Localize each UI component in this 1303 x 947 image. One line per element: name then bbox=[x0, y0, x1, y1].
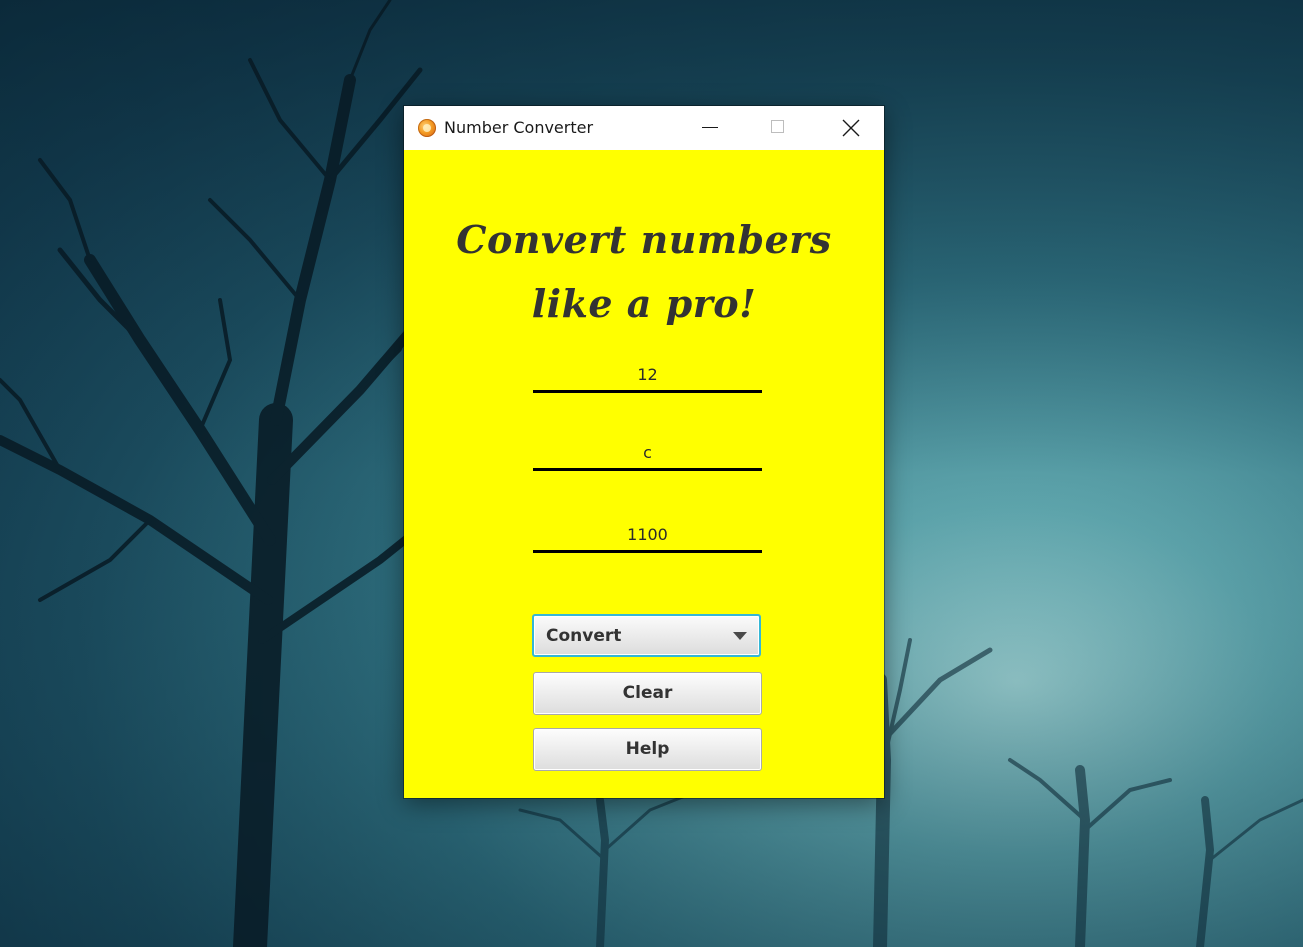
headline: Convert numbers like a pro! bbox=[404, 208, 884, 336]
headline-line-1: Convert numbers bbox=[456, 217, 832, 262]
window-title: Number Converter bbox=[444, 118, 594, 137]
minimize-icon bbox=[702, 127, 718, 128]
title-bar[interactable]: Number Converter bbox=[404, 106, 884, 150]
minimize-button[interactable] bbox=[676, 106, 744, 150]
close-icon bbox=[842, 119, 860, 137]
main-content: Convert numbers like a pro! Convert Clea… bbox=[404, 150, 884, 798]
convert-combobox-value: Convert bbox=[546, 626, 622, 646]
app-window: Number Converter Convert numbers like a … bbox=[404, 106, 884, 798]
help-button[interactable]: Help bbox=[533, 728, 762, 771]
maximize-button[interactable] bbox=[744, 106, 812, 150]
clear-button[interactable]: Clear bbox=[533, 672, 762, 715]
maximize-icon bbox=[771, 120, 784, 133]
binary-input[interactable] bbox=[533, 519, 762, 553]
hex-input[interactable] bbox=[533, 437, 762, 471]
headline-line-2: like a pro! bbox=[531, 281, 757, 326]
app-icon bbox=[418, 119, 436, 137]
decimal-input[interactable] bbox=[533, 359, 762, 393]
convert-combobox[interactable]: Convert bbox=[532, 614, 761, 657]
close-button[interactable] bbox=[816, 106, 884, 150]
chevron-down-icon bbox=[733, 632, 747, 640]
